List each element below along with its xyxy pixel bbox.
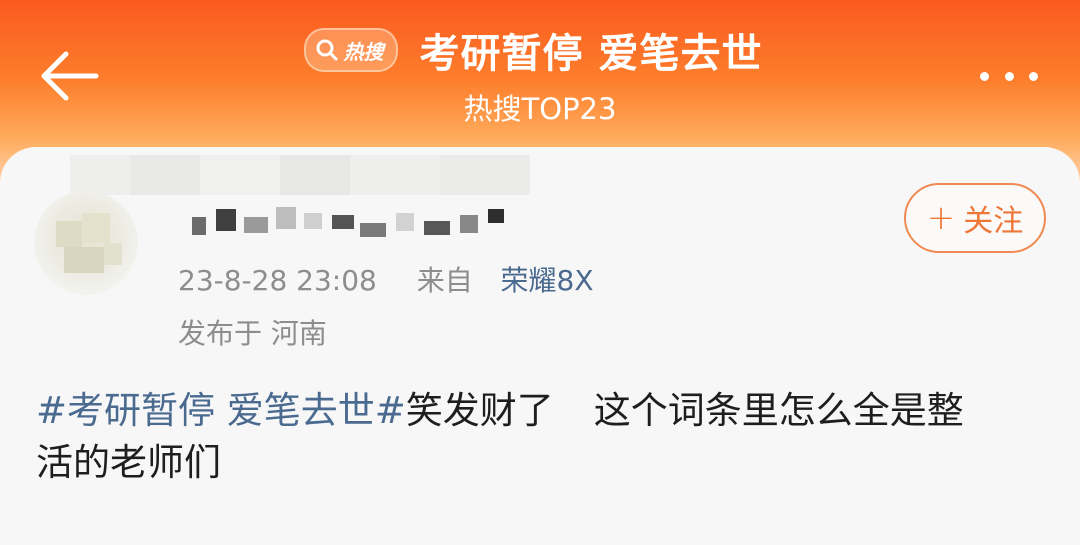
hot-search-badge[interactable]: 热搜 — [303, 28, 398, 72]
avatar[interactable] — [34, 191, 138, 295]
follow-button[interactable]: + 关注 — [904, 183, 1046, 253]
plus-icon: + — [926, 198, 956, 238]
blurred-overlap — [70, 155, 530, 195]
post-text-segment: 这个词条里怎么全是整 — [593, 389, 964, 432]
topic-page: 热搜 考研暂停 爱笔去世 热搜TOP23 23-8-28 23:08 来自 荣耀… — [0, 0, 1080, 545]
post-timestamp: 23-8-28 23:08 — [178, 264, 377, 297]
hot-badge-label: 热搜 — [343, 39, 384, 64]
more-button[interactable] — [980, 66, 1038, 86]
post-card: 23-8-28 23:08 来自 荣耀8X 发布于 河南 + 关注 #考研暂停 … — [0, 147, 1080, 545]
post-content: #考研暂停 爱笔去世#笑发财了 这个词条里怎么全是整 活的老师们 — [36, 385, 1056, 489]
post-text-line: 活的老师们 — [36, 441, 221, 484]
more-icon-dot — [980, 71, 989, 81]
follow-label: 关注 — [963, 204, 1024, 239]
post-meta: 23-8-28 23:08 来自 荣耀8X — [178, 259, 594, 299]
post-device-link[interactable]: 荣耀8X — [501, 264, 594, 297]
post-text-segment: 笑发财了 — [405, 389, 554, 432]
post-location: 发布于 河南 — [178, 317, 327, 350]
topic-title: 考研暂停 爱笔去世 — [419, 31, 763, 77]
more-icon-dot — [1004, 71, 1014, 81]
hashtag-link[interactable]: #考研暂停 爱笔去世# — [36, 389, 406, 432]
username-redacted[interactable] — [192, 203, 522, 239]
header-title-row: 热搜 考研暂停 爱笔去世 — [0, 18, 1080, 82]
post-source-prefix: 来自 — [416, 264, 473, 297]
search-icon — [316, 39, 338, 61]
more-icon-dot — [1029, 71, 1038, 81]
topic-rank-subtitle: 热搜TOP23 — [463, 92, 617, 126]
